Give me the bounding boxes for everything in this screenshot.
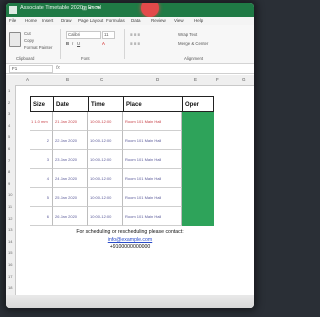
font-color-icon[interactable]: A: [102, 41, 105, 46]
excel-app-icon: [9, 6, 17, 14]
date-cell[interactable]: 24 Jan 2020: [53, 169, 88, 188]
contact-phone: +9100000000000: [109, 244, 151, 250]
place-cell[interactable]: Room 101 Main Hall: [123, 131, 182, 150]
row-header[interactable]: 6: [8, 146, 10, 151]
bold-button[interactable]: B: [66, 41, 69, 46]
tab-draw[interactable]: Draw: [61, 18, 72, 23]
tab-insert[interactable]: Insert: [42, 18, 53, 23]
column-header[interactable]: D: [156, 77, 159, 82]
tab-view[interactable]: View: [174, 18, 184, 23]
row-header[interactable]: 1: [8, 88, 10, 93]
row-header[interactable]: 8: [8, 169, 10, 174]
row-header[interactable]: 12: [8, 216, 12, 221]
column-header[interactable]: B: [66, 77, 69, 82]
excel-window: Associate Timetable 2020 - Excel ⊞ ↶ ↷ F…: [6, 3, 254, 308]
underline-button[interactable]: U: [77, 41, 80, 46]
tab-file[interactable]: File: [9, 18, 16, 23]
fx-icon[interactable]: fx: [56, 65, 60, 71]
header-date: Date: [53, 96, 89, 112]
time-cell[interactable]: 10:00-12:00: [88, 112, 123, 131]
header-place: Place: [123, 96, 183, 112]
tab-help[interactable]: Help: [194, 18, 203, 23]
italic-button[interactable]: I: [72, 41, 73, 46]
tab-data[interactable]: Data: [131, 18, 141, 23]
column-header[interactable]: C: [100, 77, 103, 82]
size-cell[interactable]: 4: [30, 169, 53, 188]
size-cell[interactable]: 6: [30, 207, 53, 226]
row-header[interactable]: 7: [8, 158, 10, 163]
size-cell[interactable]: 5: [30, 188, 53, 207]
header-oper: Oper: [182, 96, 214, 112]
date-cell[interactable]: 21 Jan 2020: [53, 112, 88, 131]
row-header[interactable]: 18: [8, 285, 12, 290]
ribbon-divider: [60, 29, 61, 59]
contact-note: For scheduling or rescheduling please co…: [76, 229, 184, 235]
font-group-label: Font: [81, 56, 90, 61]
font-size-select[interactable]: 11: [102, 31, 115, 39]
row-header[interactable]: 5: [8, 134, 10, 139]
time-cell[interactable]: 10:00-12:00: [88, 188, 123, 207]
size-cell[interactable]: 2: [30, 131, 53, 150]
row-header[interactable]: 17: [8, 274, 12, 279]
name-box[interactable]: F1: [9, 65, 53, 73]
row-header[interactable]: 15: [8, 250, 12, 255]
column-header[interactable]: A: [26, 77, 29, 82]
clipboard-group-label: Clipboard: [16, 56, 35, 61]
column-header[interactable]: G: [242, 77, 246, 82]
wrap-text-button[interactable]: Wrap Text: [178, 32, 197, 37]
row-header[interactable]: 9: [8, 181, 10, 186]
align-top-icon[interactable]: ≡ ≡ ≡: [130, 32, 140, 37]
place-cell[interactable]: Room 101 Main Hall: [123, 188, 182, 207]
copy-button[interactable]: Copy: [24, 38, 34, 43]
time-cell[interactable]: 10:00-12:00: [88, 150, 123, 169]
place-cell[interactable]: Room 101 Main Hall: [123, 207, 182, 226]
row-header[interactable]: 11: [8, 204, 12, 209]
worksheet-grid[interactable]: A B C D E F G 1 2 3 4 5 6 7 8 9 10 11 12 13 14 15 16 17 1…: [6, 75, 254, 308]
place-cell[interactable]: Room 101 Main Hall: [123, 169, 182, 188]
time-cell[interactable]: 10:00-12:00: [88, 207, 123, 226]
merge-center-button[interactable]: Merge & Center: [178, 41, 208, 46]
date-cell[interactable]: 26 Jan 2020: [53, 207, 88, 226]
ribbon: Cut Copy Format Painter Clipboard Calibr…: [6, 25, 254, 64]
contact-email[interactable]: info@example.com: [6, 237, 254, 243]
row-headers: 1 2 3 4 5 6 7 8 9 10 11 12 13 14 15 16 17 18: [6, 85, 16, 308]
title-bar: Associate Timetable 2020 - Excel ⊞ ↶ ↷: [6, 3, 254, 17]
column-header[interactable]: E: [194, 77, 197, 82]
date-cell[interactable]: 22 Jan 2020: [53, 131, 88, 150]
row-header[interactable]: 16: [8, 262, 12, 267]
place-cell[interactable]: Room 101 Main Hall: [123, 112, 182, 131]
row-header[interactable]: 4: [8, 123, 10, 128]
ribbon-divider: [124, 29, 125, 59]
size-cell[interactable]: 3: [30, 150, 53, 169]
formula-bar: F1 fx: [6, 64, 254, 74]
date-cell[interactable]: 25 Jan 2020: [53, 188, 88, 207]
row-header[interactable]: 10: [8, 192, 12, 197]
sheet-tabs-area: [6, 295, 254, 308]
quick-access-toolbar[interactable]: ⊞ ↶ ↷: [82, 5, 100, 12]
cut-button[interactable]: Cut: [24, 31, 31, 36]
row-header[interactable]: 3: [8, 111, 10, 116]
oper-column-fill: [182, 112, 214, 226]
font-name-select[interactable]: Calibri: [66, 31, 101, 39]
tab-formulas[interactable]: Formulas: [106, 18, 125, 23]
align-center-icon[interactable]: ≡ ≡ ≡: [130, 41, 140, 46]
place-cell[interactable]: Room 101 Main Hall: [123, 150, 182, 169]
header-size: Size: [30, 96, 54, 112]
row-header[interactable]: 2: [8, 100, 10, 105]
record-indicator-icon: [141, 3, 159, 17]
alignment-group-label: Alignment: [184, 56, 204, 61]
tab-page-layout[interactable]: Page Layout: [78, 18, 103, 23]
date-cell[interactable]: 23 Jan 2020: [53, 150, 88, 169]
header-time: Time: [88, 96, 124, 112]
time-cell[interactable]: 10:00-12:00: [88, 169, 123, 188]
time-cell[interactable]: 10:00-12:00: [88, 131, 123, 150]
column-header[interactable]: F: [216, 77, 219, 82]
paste-icon[interactable]: [9, 32, 21, 47]
tab-home[interactable]: Home: [25, 18, 37, 23]
size-cell[interactable]: 1 1.0 mm: [30, 112, 53, 131]
column-headers: A B C D E F G: [6, 75, 254, 86]
tab-review[interactable]: Review: [151, 18, 166, 23]
format-painter-button[interactable]: Format Painter: [24, 45, 52, 50]
